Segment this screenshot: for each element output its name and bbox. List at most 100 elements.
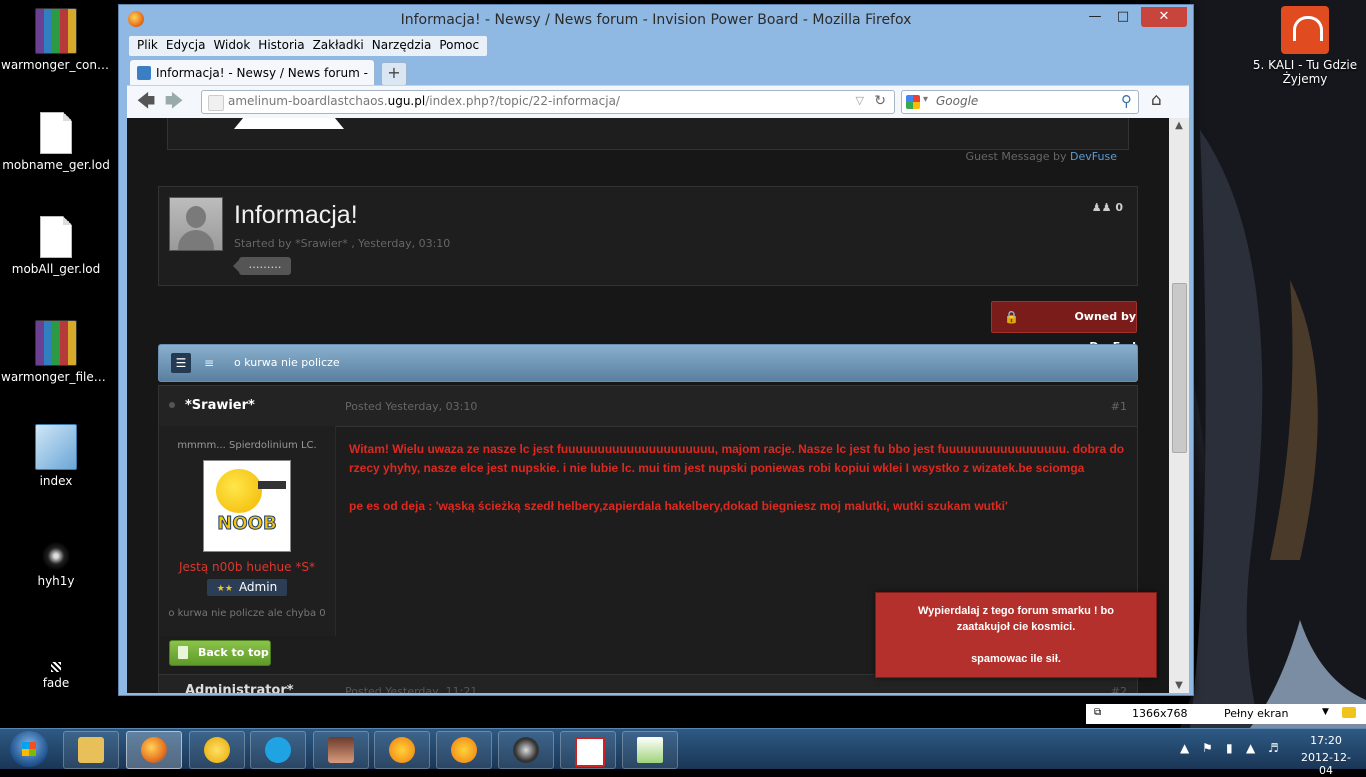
menu-zakladki[interactable]: Zakładki <box>309 36 368 56</box>
taskbar-smiley[interactable] <box>436 731 492 769</box>
action-center-flag-icon[interactable]: ⚑ <box>1202 741 1213 755</box>
guest-message-image <box>234 118 344 129</box>
search-engine-dropdown-icon[interactable]: ▾ <box>923 94 928 105</box>
desktop-icon-index[interactable]: index <box>1 424 111 488</box>
url-bar[interactable]: amelinum-boardlastchaos.ugu.pl/index.php… <box>201 90 895 114</box>
list-view-icon[interactable]: ☰ <box>171 353 191 373</box>
member-group-badge: ★★ Admin <box>207 579 287 596</box>
desktop-widget-kali[interactable]: 5. KALI - Tu Gdzie Żyjemy <box>1250 6 1360 86</box>
menu-plik[interactable]: Plik <box>133 36 162 56</box>
menu-pomoc[interactable]: Pomoc <box>435 36 483 56</box>
post-author-link[interactable]: Administrator* <box>185 683 294 693</box>
site-favicon-icon <box>137 66 151 80</box>
scrollbar-thumb[interactable] <box>1172 283 1187 453</box>
taskbar-messenger[interactable] <box>189 731 245 769</box>
desktop-icon-label: warmonger_files_... <box>1 370 111 384</box>
desktop-icon-warmonger-conne[interactable]: warmonger_conne... <box>1 8 111 72</box>
followers-count[interactable]: ♟♟ 0 <box>1092 201 1123 214</box>
show-hidden-icons-icon[interactable]: ▲ <box>1180 741 1189 755</box>
battery-icon[interactable]: ▮ <box>1226 741 1233 755</box>
window-restore-icon[interactable]: ⧉ <box>1094 707 1101 718</box>
url-prefix: amelinum-boardlastchaos. <box>228 94 388 108</box>
reload-icon[interactable]: ↻ <box>874 93 886 109</box>
taskbar-game[interactable] <box>313 731 369 769</box>
scroll-up-icon[interactable]: ▲ <box>1169 120 1189 131</box>
taskbar-lc-client[interactable] <box>498 731 554 769</box>
post-number-link[interactable]: #2 <box>1111 685 1127 693</box>
taskbar-smiley-blocked[interactable] <box>374 731 430 769</box>
back-to-top-button[interactable]: Back to top <box>169 640 271 666</box>
network-icon[interactable]: ▲ <box>1246 741 1255 755</box>
post-body: Witam! Wielu uwaza ze nasze lc jest fuuu… <box>349 440 1129 535</box>
back-arrow-icon[interactable]: 🡄 <box>135 91 157 113</box>
post-date: Posted Yesterday, 11:21 <box>345 685 478 693</box>
desktop-icon-mobname[interactable]: mobname_ger.lod <box>1 112 111 172</box>
popup-message: Wypierdalaj z tego forum smarku ! bo zaa… <box>918 605 1114 633</box>
notepad-icon <box>35 424 77 470</box>
search-bar[interactable]: ▾ Google ⚲ <box>901 90 1139 114</box>
clock-time[interactable]: 17:20 <box>1296 734 1356 747</box>
taskbar-firefox[interactable] <box>126 731 182 769</box>
site-identity-icon[interactable] <box>208 95 224 111</box>
taskbar: ▲ ⚑ ▮ ▲ ♬ <box>0 728 1366 769</box>
taskbar-skype[interactable] <box>250 731 306 769</box>
image-icon <box>41 542 71 570</box>
post-author-link[interactable]: *Srawier* <box>185 398 255 413</box>
scroll-down-icon[interactable]: ▼ <box>1169 680 1189 691</box>
avatar-gun <box>258 481 286 489</box>
resolution-bar: ⧉ 1366x768 Pełny ekran ▼ <box>1086 704 1366 724</box>
users-icon: ♟♟ <box>1091 201 1116 214</box>
volume-icon[interactable]: ♬ <box>1268 741 1279 755</box>
post-paragraph: Witam! Wielu uwaza ze nasze lc jest fuuu… <box>349 442 1125 475</box>
url-dropdown-icon[interactable]: ▽ <box>856 94 864 107</box>
menu-edycja[interactable]: Edycja <box>162 36 210 56</box>
desktop-icon-hyh1y[interactable]: hyh1y <box>1 542 111 588</box>
new-tab-button[interactable]: + <box>381 62 407 86</box>
owned-by-badge[interactable]: 🔒 Owned by xDayEnd <box>991 301 1137 353</box>
url-path: /index.php?/topic/22-informacja/ <box>425 94 620 108</box>
firefox-icon <box>141 737 167 763</box>
display-mode[interactable]: Pełny ekran <box>1224 707 1289 720</box>
tab-informacja[interactable]: Informacja! - Newsy / News forum - Invi.… <box>129 59 375 86</box>
minimize-button[interactable]: — <box>1081 7 1109 27</box>
topic-tag[interactable]: ……… <box>233 257 291 275</box>
close-button[interactable]: ✕ <box>1141 7 1187 27</box>
home-icon[interactable]: ⌂ <box>1151 90 1162 110</box>
menu-historia[interactable]: Historia <box>254 36 308 56</box>
page-scrollbar[interactable]: ▲ ▼ <box>1169 118 1189 693</box>
lc-client-icon <box>513 737 539 763</box>
topic-starter-avatar[interactable] <box>169 197 223 251</box>
page-title: Informacja! <box>234 201 358 229</box>
desktop-icon-fade[interactable]: fade <box>1 662 111 690</box>
google-icon[interactable] <box>906 95 920 109</box>
menu-narzedzia[interactable]: Narzędzia <box>368 36 436 56</box>
avatar[interactable]: NOOB <box>203 460 291 552</box>
desktop-icon-label: index <box>39 474 73 488</box>
winrar-archive-icon <box>35 8 77 54</box>
desktop-icon-warmonger-files[interactable]: warmonger_files_... <box>1 320 111 384</box>
search-icon[interactable]: ⚲ <box>1121 92 1132 110</box>
forward-arrow-icon[interactable]: 🡆 <box>163 91 185 113</box>
maximize-button[interactable]: □ <box>1109 7 1137 27</box>
text-view-icon[interactable]: ≡ <box>199 353 219 373</box>
title-bar[interactable]: Informacja! - Newsy / News forum - Invis… <box>119 5 1193 35</box>
member-title: mmmm... Spierdolinium LC. <box>177 440 317 451</box>
taskbar-editor[interactable] <box>622 731 678 769</box>
desktop-icon-moball[interactable]: mobAll_ger.lod <box>1 216 111 276</box>
notification-popup[interactable]: Wypierdalaj z tego forum smarku ! bo zaa… <box>875 592 1157 678</box>
start-button[interactable] <box>10 731 48 767</box>
clock-date[interactable]: 2012-12-04 <box>1296 751 1356 777</box>
image-icon <box>51 662 61 672</box>
desktop-icon-label: mobAll_ger.lod <box>11 262 101 276</box>
chevron-down-icon[interactable]: ▼ <box>1322 707 1329 717</box>
back-to-top-label: Back to top <box>198 646 269 659</box>
menu-widok[interactable]: Widok <box>209 36 254 56</box>
author-info: mmmm... Spierdolinium LC. NOOB Jestą n00… <box>159 426 336 636</box>
guest-message-author-link[interactable]: DevFuse <box>1070 150 1117 163</box>
taskbar-explorer[interactable] <box>63 731 119 769</box>
camera-icon[interactable] <box>1342 707 1356 718</box>
followers-value: 0 <box>1115 201 1123 214</box>
menu-bar: Plik Edycja Widok Historia Zakładki Narz… <box>129 36 488 56</box>
taskbar-vnc[interactable] <box>560 731 616 769</box>
post-number-link[interactable]: #1 <box>1111 400 1127 413</box>
